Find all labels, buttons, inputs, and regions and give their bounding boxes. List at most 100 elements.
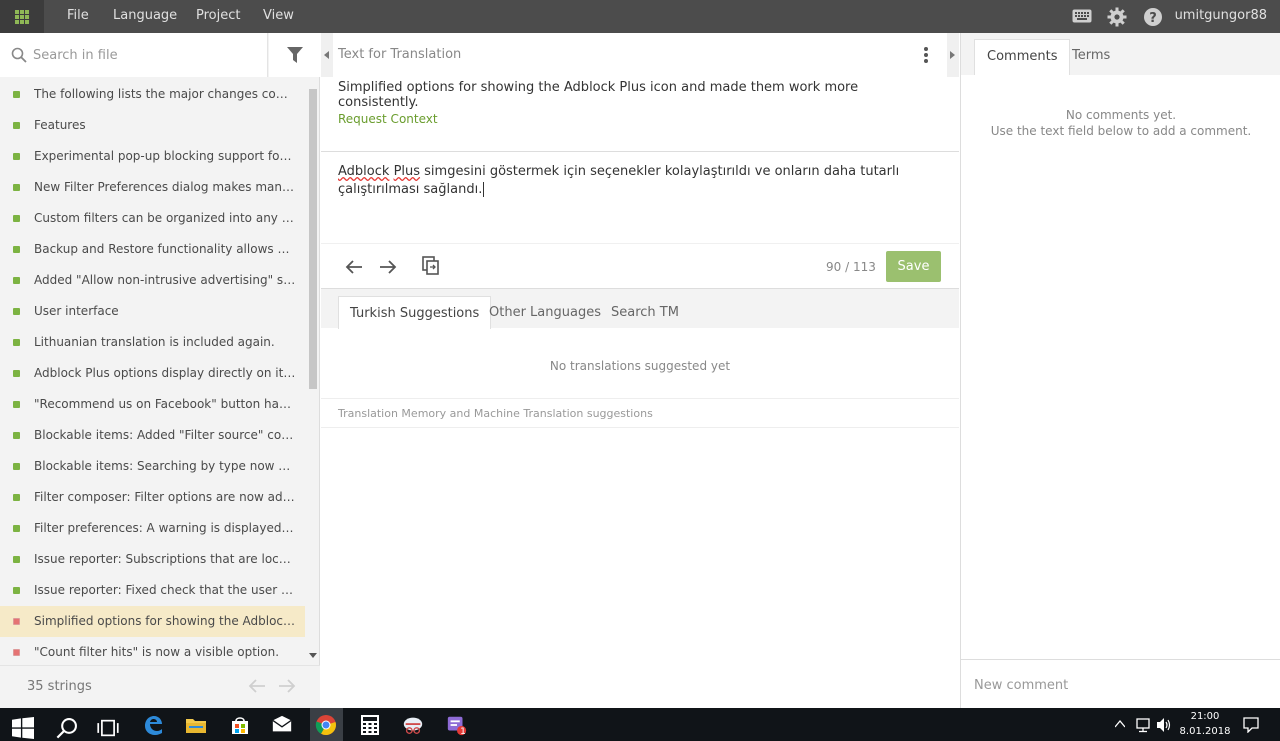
next-page-arrow-icon[interactable] (278, 678, 296, 694)
string-row[interactable]: Issue reporter: Fixed check that the use… (0, 575, 305, 606)
string-row[interactable]: Backup and Restore functionality allows … (0, 234, 305, 265)
tab-other-languages[interactable]: Other Languages (478, 296, 612, 329)
collapse-left-button[interactable] (321, 33, 333, 77)
untranslated-status-icon (13, 618, 20, 625)
clock-time[interactable]: 21:00 (1180, 711, 1230, 722)
string-row-text: Lithuanian translation is included again… (34, 335, 275, 349)
top-bar: File Language Project View ? umitgungor8… (0, 0, 1280, 33)
new-comment-input[interactable] (974, 674, 1264, 696)
filter-button[interactable] (269, 33, 320, 77)
translated-status-icon (13, 525, 20, 532)
file-explorer-icon[interactable] (185, 714, 207, 736)
string-row-text: New Filter Preferences dialog makes mana… (34, 180, 296, 194)
translated-status-icon (13, 587, 20, 594)
notification-badge: 1 (460, 727, 466, 737)
translated-status-icon (13, 432, 20, 439)
search-input[interactable] (33, 45, 253, 65)
menu-project[interactable]: Project (196, 8, 240, 23)
comment-box (961, 659, 1280, 708)
string-row[interactable]: Simplified options for showing the Adblo… (0, 606, 305, 637)
tab-comments[interactable]: Comments (974, 39, 1071, 75)
string-row-text: Experimental pop-up blocking support for… (34, 149, 296, 163)
scroll-down-arrow-icon[interactable] (309, 653, 317, 659)
username[interactable]: umitgungor88 (1175, 8, 1267, 23)
help-icon[interactable]: ? (1143, 7, 1163, 27)
string-row[interactable]: Adblock Plus options display directly on… (0, 358, 305, 389)
spell-error-word[interactable]: Plus (394, 164, 420, 179)
windows-start-icon[interactable] (12, 717, 34, 739)
collapse-right-button[interactable] (947, 33, 959, 77)
snipping-tool-icon[interactable] (402, 714, 424, 736)
more-options-icon[interactable] (924, 47, 928, 63)
prev-page-arrow-icon[interactable] (248, 678, 266, 694)
scroll-thumb[interactable] (309, 89, 317, 389)
suggestions-tabs: Turkish Suggestions Other Languages Sear… (321, 288, 959, 329)
strings-list: The following lists the major changes co… (0, 79, 305, 665)
string-row[interactable]: User interface (0, 296, 305, 327)
search-icon[interactable] (56, 717, 78, 739)
string-row-text: The following lists the major changes co… (34, 87, 296, 101)
edge-browser-icon[interactable] (142, 714, 164, 736)
filter-icon (287, 47, 303, 63)
task-view-icon[interactable] (97, 717, 119, 739)
previous-string-arrow-icon[interactable] (345, 259, 363, 275)
mail-icon[interactable] (271, 714, 293, 736)
spell-error-word[interactable]: Adblock (338, 164, 389, 179)
string-row[interactable]: New Filter Preferences dialog makes mana… (0, 172, 305, 203)
string-row[interactable]: The following lists the major changes co… (0, 79, 305, 110)
translation-text[interactable]: simgesini göstermek için seçenekler kola… (338, 164, 899, 197)
strings-scrollbar[interactable] (306, 79, 319, 665)
divider (321, 151, 959, 152)
string-row[interactable]: Lithuanian translation is included again… (0, 327, 305, 358)
string-row[interactable]: Blockable items: Searching by type now w… (0, 451, 305, 482)
translation-editor[interactable]: Adblock Plus simgesini göstermek için se… (338, 163, 938, 199)
tray-chevron-up-icon[interactable] (1115, 720, 1125, 728)
menu-view[interactable]: View (263, 8, 294, 23)
action-center-icon[interactable] (1243, 717, 1259, 733)
no-comments-hint: Use the text field below to add a commen… (990, 124, 1252, 138)
string-row[interactable]: Issue reporter: Subscriptions that are l… (0, 544, 305, 575)
no-comments-message: No comments yet. Use the text field belo… (961, 107, 1280, 139)
tab-search-tm[interactable]: Search TM (600, 296, 690, 329)
next-string-arrow-icon[interactable] (379, 259, 397, 275)
menu-file[interactable]: File (67, 8, 89, 23)
string-row[interactable]: Blockable items: Added "Filter source" c… (0, 420, 305, 451)
no-translations-message: No translations suggested yet (549, 359, 731, 373)
strings-count: 35 strings (27, 679, 92, 694)
chrome-browser-icon[interactable] (315, 714, 337, 736)
string-row[interactable]: "Recommend us on Facebook" button has be… (0, 389, 305, 420)
comments-panel: Comments Terms No comments yet. Use the … (960, 33, 1280, 708)
string-row[interactable]: "Count filter hits" is now a visible opt… (0, 637, 305, 665)
string-row[interactable]: Features (0, 110, 305, 141)
string-row-text: Filter composer: Filter options are now … (34, 490, 296, 504)
no-comments-line: No comments yet. (1065, 108, 1177, 122)
apps-menu-button[interactable] (0, 0, 44, 33)
gear-icon[interactable] (1107, 7, 1127, 27)
calculator-icon[interactable] (359, 714, 381, 736)
string-row-text: Backup and Restore functionality allows … (34, 242, 296, 256)
string-row[interactable]: Custom filters can be organized into any… (0, 203, 305, 234)
network-icon[interactable] (1135, 717, 1151, 733)
string-row[interactable]: Filter composer: Filter options are now … (0, 482, 305, 513)
store-icon[interactable] (229, 714, 251, 736)
translated-status-icon (13, 556, 20, 563)
string-row[interactable]: Experimental pop-up blocking support for… (0, 141, 305, 172)
request-context-link[interactable]: Request Context (338, 112, 438, 126)
translated-status-icon (13, 246, 20, 253)
text-cursor (483, 182, 485, 197)
string-row[interactable]: Filter preferences: A warning is display… (0, 513, 305, 544)
save-button[interactable]: Save (886, 251, 941, 282)
source-header: Text for Translation (338, 47, 462, 62)
clock-date[interactable]: 8.01.2018 (1176, 726, 1234, 737)
copy-source-icon[interactable] (422, 256, 440, 276)
menu-language[interactable]: Language (113, 8, 177, 23)
tab-terms[interactable]: Terms (1060, 39, 1122, 75)
tab-turkish-suggestions[interactable]: Turkish Suggestions (338, 296, 492, 329)
translated-status-icon (13, 463, 20, 470)
translated-status-icon (13, 122, 20, 129)
volume-icon[interactable] (1156, 717, 1172, 733)
keyboard-icon[interactable] (1072, 9, 1092, 23)
search-box (0, 33, 268, 77)
tm-note-row: Translation Memory and Machine Translati… (321, 398, 959, 428)
string-row[interactable]: Added "Allow non-intrusive advertising" … (0, 265, 305, 296)
